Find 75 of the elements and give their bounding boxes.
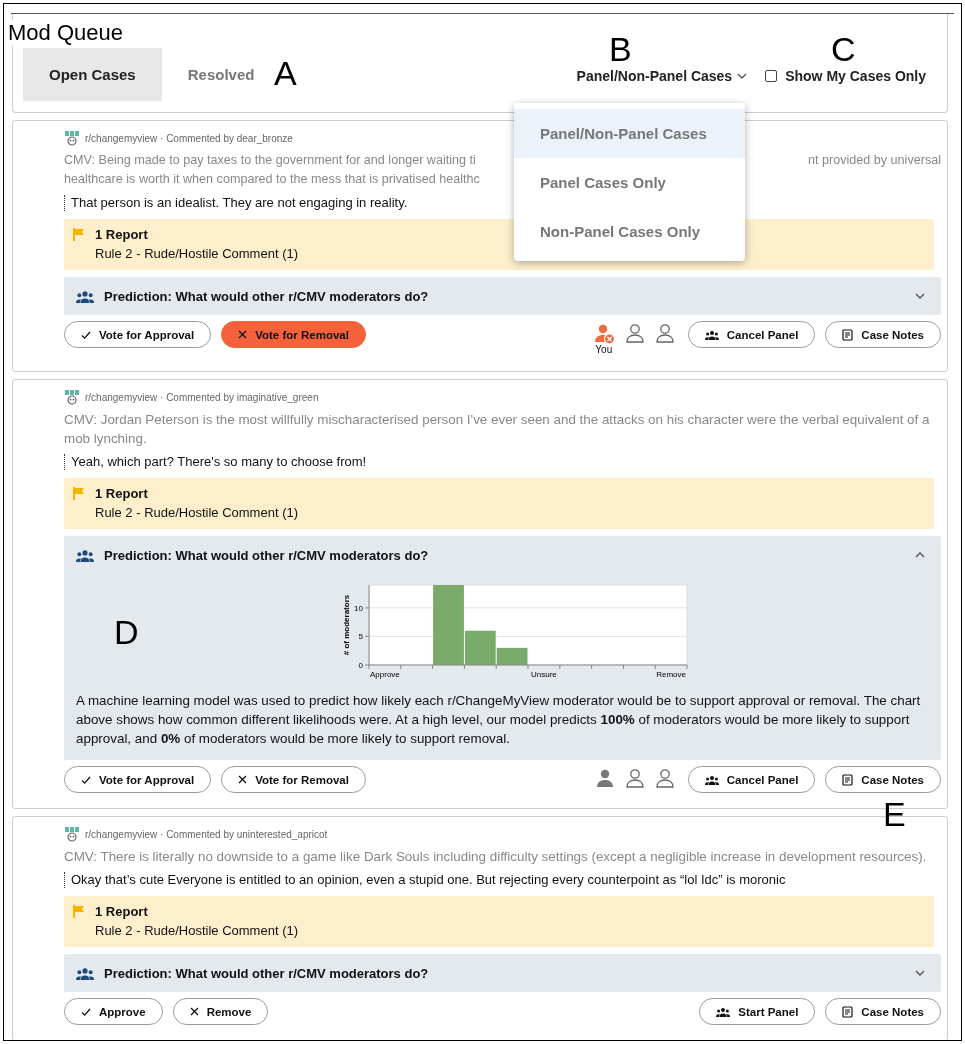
people-icon xyxy=(76,289,94,303)
report-rule: Rule 2 - Rude/Hostile Comment (1) xyxy=(95,505,299,520)
remove-button[interactable]: Vote for Removal xyxy=(221,766,366,793)
post-title: CMV: Jordan Peterson is the most willfully mischaracterised person I've ever seen and the attacks on his character were the verbal equivalent of a mob lynching. xyxy=(64,411,931,448)
report-count: 1 Report xyxy=(95,227,149,242)
remove-button[interactable]: Vote for Removal xyxy=(221,321,366,348)
comment-text: Yeah, which part? There's so many to choose from! xyxy=(64,454,941,470)
annotation-letter: A xyxy=(274,56,297,90)
checkbox[interactable] xyxy=(765,70,778,82)
post-title: CMV: There is literally no downside to a game like Dark Souls including difficulty settings (except a negligible increase in development resources). xyxy=(64,848,927,866)
case-notes-button[interactable]: Case Notes xyxy=(825,321,941,348)
tick-label: Approve xyxy=(370,670,400,679)
report-rule: Rule 2 - Rude/Hostile Comment (1) xyxy=(95,923,299,938)
remove-button[interactable]: Remove xyxy=(172,998,269,1025)
panel-button[interactable]: Start Panel xyxy=(699,998,816,1025)
subreddit-logo-icon xyxy=(64,826,80,842)
menu-item[interactable]: Panel/Non-Panel Cases xyxy=(514,109,745,158)
report-count: 1 Report xyxy=(95,486,149,501)
panel-button[interactable]: Cancel Panel xyxy=(687,321,816,348)
menu-item[interactable]: Panel Cases Only xyxy=(514,158,745,207)
axis-title: # of moderators xyxy=(342,594,351,656)
explanation-text: A machine learning model was used to predict how likely each r/ChangeMyView moderator would be to support approval or removal. The chart above shows how common different likelihoods were. At a high level, our model predicts 100% of moderators would be more likely to support approval, and 0% of moderators would be more likely to support removal. xyxy=(76,692,922,748)
check-icon xyxy=(81,329,91,340)
case-notes-button[interactable]: Case Notes xyxy=(825,998,941,1025)
post-meta: r/changemyview · Commented by uninterested_apricot xyxy=(85,828,328,840)
tick-label: Unsure xyxy=(531,670,557,679)
tick-label: 0 xyxy=(358,661,363,670)
people-icon xyxy=(704,329,719,340)
people-icon xyxy=(716,1006,731,1017)
panel-button[interactable]: Cancel Panel xyxy=(687,766,816,793)
notes-icon xyxy=(842,328,854,341)
post-title: CMV: Being made to pay taxes to the government for and longer waiting ti xyxy=(64,152,476,169)
chevron-down-icon xyxy=(737,73,748,79)
tick-label: Remove xyxy=(656,670,686,679)
check-icon xyxy=(81,774,91,785)
prediction-toggle[interactable]: Prediction: What would other r/CMV moderators do? xyxy=(64,536,941,574)
people-icon xyxy=(76,966,94,980)
voter-label: You xyxy=(595,344,613,356)
post-title: nt provided by universal xyxy=(808,152,941,169)
report-count: 1 Report xyxy=(95,904,149,919)
report-rule: Rule 2 - Rude/Hostile Comment (1) xyxy=(95,246,299,261)
annotation-letter: D xyxy=(114,615,139,649)
flag-icon xyxy=(73,487,85,500)
tab[interactable]: Open Cases xyxy=(23,48,162,101)
approve-button[interactable]: Approve xyxy=(64,998,163,1025)
filter-dropdown[interactable]: Panel/Non-Panel Cases xyxy=(576,68,748,84)
comment-text: Okay that’s cute Everyone is entitled to an opinion, even a stupid one. But rejecting every counterpoint as “lol Idc” is moronic xyxy=(64,872,941,888)
people-icon xyxy=(704,774,719,785)
tick-label: 5 xyxy=(358,632,363,642)
case-notes-button[interactable]: Case Notes xyxy=(825,766,941,793)
page-title: Mod Queue xyxy=(8,20,125,46)
post-title: healthcare is worth it when compared to the mess that is privatised healthc xyxy=(64,171,480,188)
checkbox-label[interactable]: Show My Cases Only xyxy=(785,68,926,84)
subreddit-logo-icon xyxy=(64,389,80,405)
prediction-toggle[interactable]: Prediction: What would other r/CMV moderators do? xyxy=(64,277,941,315)
tick-label: 10 xyxy=(354,603,363,613)
close-icon xyxy=(238,775,248,784)
annotation-letter: C xyxy=(831,32,856,66)
notes-icon xyxy=(842,773,854,786)
approve-button[interactable]: Vote for Approval xyxy=(64,766,212,793)
flag-icon xyxy=(73,905,85,918)
annotation-letter: B xyxy=(609,32,632,66)
annotation-letter: E xyxy=(883,797,906,831)
menu-item[interactable]: Non-Panel Cases Only xyxy=(514,207,745,256)
close-icon xyxy=(189,1007,199,1016)
post-meta: r/changemyview · Commented by imaginative_green xyxy=(85,391,319,403)
close-icon xyxy=(238,330,248,339)
notes-icon xyxy=(842,1005,854,1018)
people-icon xyxy=(76,548,94,562)
subreddit-logo-icon xyxy=(64,130,80,146)
check-icon xyxy=(81,1006,91,1017)
flag-icon xyxy=(73,228,85,241)
post-meta: r/changemyview · Commented by dear_bronze xyxy=(85,132,293,144)
approve-button[interactable]: Vote for Approval xyxy=(64,321,212,348)
prediction-toggle[interactable]: Prediction: What would other r/CMV moderators do? xyxy=(64,954,941,992)
